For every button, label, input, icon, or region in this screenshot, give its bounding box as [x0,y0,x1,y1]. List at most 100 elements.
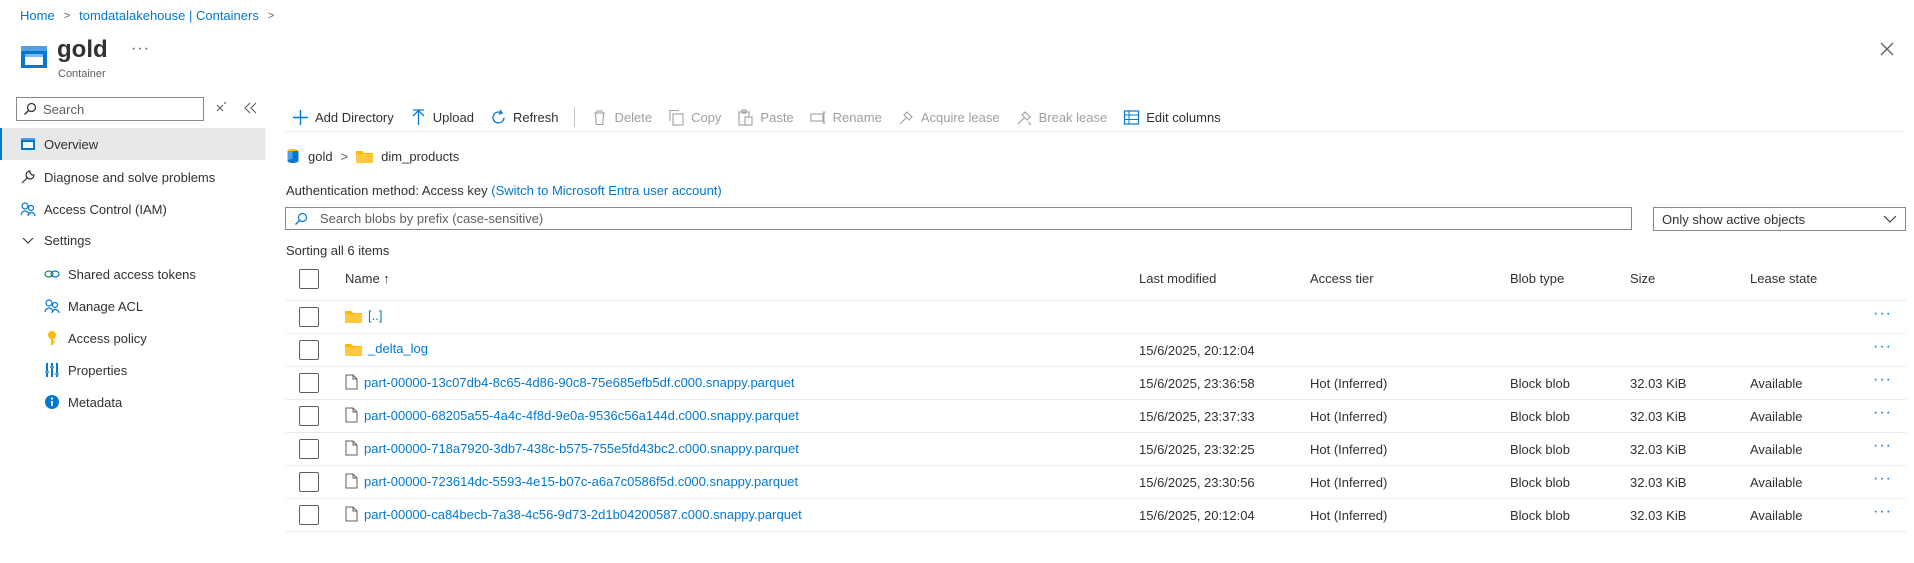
sidebar-item-label: Shared access tokens [68,267,196,282]
row-name[interactable]: _delta_log [345,341,428,356]
sidebar-item-iam[interactable]: Access Control (IAM) [0,193,265,225]
dropdown-selected-value: Only show active objects [1662,211,1806,227]
refresh-button[interactable]: Refresh [490,109,558,126]
active-objects-dropdown[interactable]: Only show active objects [1653,207,1906,231]
break-lease-button[interactable]: Break lease [1016,109,1108,126]
row-name[interactable]: [..] [345,308,382,323]
sidebar-item-settings[interactable]: Settings [0,225,265,257]
sidebar-item-label: Settings [44,233,91,248]
row-name-link[interactable]: part-00000-718a7920-3db7-438c-b575-755e5… [364,441,799,456]
row-name-link[interactable]: part-00000-13c07db4-8c65-4d86-90c8-75e68… [364,375,795,390]
row-checkbox[interactable] [299,373,319,393]
table-row[interactable]: part-00000-68205a55-4a4c-4f8d-9e0a-9536c… [286,400,1906,433]
more-actions-icon[interactable]: ··· [1873,404,1892,422]
sidebar-item-manage-acl[interactable]: Manage ACL [0,290,265,322]
edit-columns-button[interactable]: Edit columns [1123,109,1221,126]
sidebar-item-metadata[interactable]: Metadata [0,386,265,418]
delete-button[interactable]: Delete [591,109,652,126]
column-header-access-tier[interactable]: Access tier [1310,271,1374,286]
key-icon [48,331,56,345]
row-name[interactable]: part-00000-723614dc-5593-4e15-b07c-a6a7c… [345,473,798,489]
column-header-blob-type[interactable]: Blob type [1510,271,1564,286]
collapse-sidebar-icon[interactable] [242,100,260,116]
row-last-modified: 15/6/2025, 23:36:58 [1139,376,1255,391]
wrench-icon [21,170,35,184]
copy-button[interactable]: Copy [668,109,721,126]
row-name-link[interactable]: [..] [368,308,382,323]
path-container-link[interactable]: gold [308,149,333,164]
row-checkbox[interactable] [299,406,319,426]
sidebar-item-diagnose[interactable]: Diagnose and solve problems [0,161,265,193]
sidebar-search-input[interactable] [43,101,193,117]
more-options-icon[interactable]: ··· [131,40,150,58]
sidebar-item-label: Diagnose and solve problems [44,170,216,185]
add-directory-button[interactable]: Add Directory [292,109,394,126]
row-name[interactable]: part-00000-718a7920-3db7-438c-b575-755e5… [345,440,799,456]
toolbar-divider-line [285,131,1905,132]
blob-search-box[interactable] [285,207,1632,230]
auth-method: Authentication method: Access key (Switc… [286,183,722,198]
more-actions-icon[interactable]: ··· [1873,503,1892,521]
row-lease-state: Available [1750,409,1803,424]
table-row[interactable]: part-00000-718a7920-3db7-438c-b575-755e5… [286,433,1906,466]
row-name[interactable]: part-00000-68205a55-4a4c-4f8d-9e0a-9536c… [345,407,799,423]
row-name[interactable]: part-00000-ca84becb-7a38-4c56-9d73-2d1b0… [345,506,802,522]
auth-label: Authentication method: [286,183,419,198]
container-icon [287,149,299,163]
clear-filter-icon[interactable] [213,100,229,116]
sidebar-item-overview[interactable]: Overview [0,128,265,160]
column-header-size[interactable]: Size [1630,271,1655,286]
refresh-icon [492,109,505,124]
delete-label: Delete [614,109,653,125]
row-checkbox[interactable] [299,439,319,459]
column-header-last-modified[interactable]: Last modified [1139,271,1216,286]
row-name-link[interactable]: part-00000-723614dc-5593-4e15-b07c-a6a7c… [364,474,798,489]
row-checkbox[interactable] [299,505,319,525]
select-all-checkbox[interactable] [299,269,319,289]
table-row[interactable]: _delta_log 15/6/2025, 20:12:04 ··· [286,334,1906,367]
sidebar-search[interactable] [16,97,204,121]
more-actions-icon[interactable]: ··· [1873,338,1892,356]
row-name-link[interactable]: part-00000-ca84becb-7a38-4c56-9d73-2d1b0… [364,507,802,522]
edit-columns-label: Edit columns [1146,109,1221,125]
blob-search-input[interactable] [320,211,1520,226]
rename-button[interactable]: Rename [810,109,882,126]
overview-icon [21,138,35,150]
row-lease-state: Available [1750,508,1803,523]
breadcrumb-home-link[interactable]: Home [20,8,55,23]
row-last-modified: 15/6/2025, 23:37:33 [1139,409,1255,424]
upload-button[interactable]: Upload [410,108,474,126]
table-row[interactable]: part-00000-723614dc-5593-4e15-b07c-a6a7c… [286,466,1906,499]
paste-button[interactable]: Paste [737,108,794,126]
sidebar-item-shared-access-tokens[interactable]: Shared access tokens [0,258,265,290]
close-icon[interactable] [1876,38,1898,60]
breadcrumb-containers-link[interactable]: tomdatalakehouse | Containers [79,8,259,23]
break-lease-label: Break lease [1038,109,1108,125]
more-actions-icon[interactable]: ··· [1873,371,1892,389]
row-checkbox[interactable] [299,340,319,360]
column-header-name[interactable]: Name ↑ [345,271,390,286]
more-actions-icon[interactable]: ··· [1873,470,1892,488]
row-checkbox[interactable] [299,307,319,327]
row-last-modified: 15/6/2025, 20:12:04 [1139,343,1255,358]
row-name[interactable]: part-00000-13c07db4-8c65-4d86-90c8-75e68… [345,374,795,390]
row-size: 32.03 KiB [1630,442,1687,457]
row-blob-type: Block blob [1510,442,1570,457]
row-name-link[interactable]: _delta_log [368,341,428,356]
properties-icon [45,363,59,377]
sidebar-item-properties[interactable]: Properties [0,354,265,386]
more-actions-icon[interactable]: ··· [1873,305,1892,323]
search-icon [24,102,37,115]
more-actions-icon[interactable]: ··· [1873,437,1892,455]
command-bar: Add Directory Upload Refresh Delete Copy… [292,104,1237,130]
table-row[interactable]: part-00000-13c07db4-8c65-4d86-90c8-75e68… [286,367,1906,400]
table-row[interactable]: [..] ··· [286,301,1906,334]
switch-auth-link[interactable]: (Switch to Microsoft Entra user account) [491,183,721,198]
acquire-lease-button[interactable]: Acquire lease [898,109,1000,126]
table-row[interactable]: part-00000-ca84becb-7a38-4c56-9d73-2d1b0… [286,499,1906,532]
row-size: 32.03 KiB [1630,409,1687,424]
column-header-lease-state[interactable]: Lease state [1750,271,1817,286]
row-name-link[interactable]: part-00000-68205a55-4a4c-4f8d-9e0a-9536c… [364,408,799,423]
sidebar-item-access-policy[interactable]: Access policy [0,322,265,354]
row-checkbox[interactable] [299,472,319,492]
